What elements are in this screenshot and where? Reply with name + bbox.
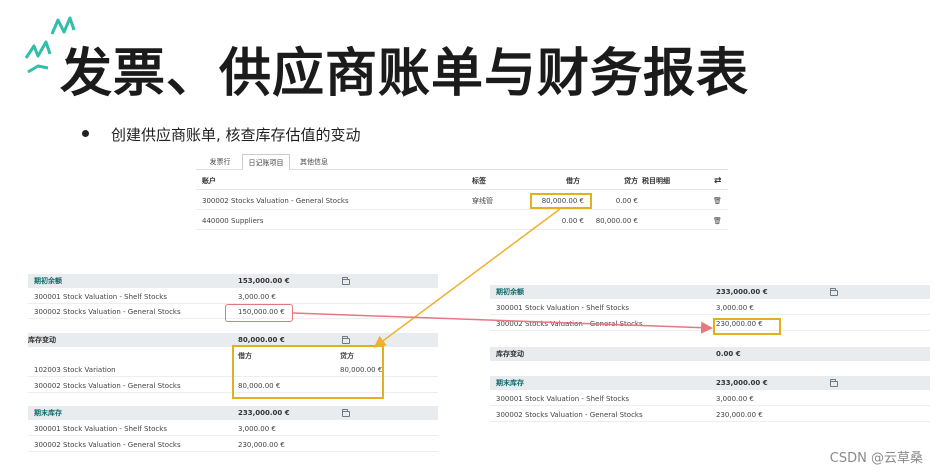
section-closing: 期末库存 233,000.00 €: [28, 406, 438, 420]
journal-items-panel: 发票行 日记账项目 其他信息 账户 标签 借方 贷方 税目明细 ⇄ 300002…: [196, 152, 728, 230]
table-row: 300001 Stock Valuation - Shelf Stocks 3,…: [490, 392, 930, 406]
journal-header-row: 账户 标签 借方 贷方 税目明细 ⇄: [196, 172, 728, 190]
bullet-text: 创建供应商账单, 核查库存估值的变动: [111, 126, 361, 144]
table-row: 300001 Stock Valuation - Shelf Stocks 3,…: [28, 422, 438, 436]
row-value: 3,000.00 €: [716, 395, 754, 403]
row-account: 300001 Stock Valuation - Shelf Stocks: [496, 395, 629, 403]
journal-debit: 0.00 €: [561, 217, 584, 225]
folder-icon[interactable]: [342, 277, 350, 285]
row-account: 300002 Stocks Valuation - General Stocks: [496, 411, 643, 419]
row-account: 300002 Stocks Valuation - General Stocks: [34, 441, 181, 449]
section-label: 期末库存: [34, 409, 62, 417]
section-label: 库存变动: [28, 336, 56, 344]
journal-credit: 0.00 €: [615, 197, 638, 205]
table-row: 300002 Stocks Valuation - General Stocks…: [28, 438, 438, 452]
movement-highlight-box: [232, 345, 384, 399]
debit-highlight-box: [530, 193, 592, 209]
section-opening: 期初余额 153,000.00 €: [28, 274, 438, 288]
section-movement: 库存变动 0.00 €: [490, 347, 930, 361]
result-highlight-box: [713, 318, 781, 335]
tab-journal-items[interactable]: 日记账项目: [242, 154, 290, 170]
row-value: 230,000.00 €: [238, 441, 285, 449]
folder-icon[interactable]: [830, 379, 838, 387]
table-row: 300001 Stock Valuation - Shelf Stocks 3,…: [490, 301, 930, 315]
row-account: 300002 Stocks Valuation - General Stocks: [34, 382, 181, 390]
row-value: 230,000.00 €: [716, 411, 763, 419]
journal-row[interactable]: 440000 Suppliers 0.00 € 80,000.00 € 🗑: [196, 212, 728, 230]
header-debit: 借方: [566, 177, 580, 185]
row-account: 300002 Stocks Valuation - General Stocks: [34, 308, 181, 316]
section-closing: 期末库存 233,000.00 €: [490, 376, 930, 390]
row-account: 102003 Stock Variation: [34, 366, 116, 374]
table-row: 300002 Stocks Valuation - General Stocks…: [490, 317, 930, 331]
row-account: 300001 Stock Valuation - Shelf Stocks: [496, 304, 629, 312]
row-account: 300001 Stock Valuation - Shelf Stocks: [34, 425, 167, 433]
bullet-dot-icon: [82, 130, 89, 137]
section-total: 0.00 €: [716, 350, 741, 358]
journal-account: 440000 Suppliers: [202, 217, 264, 225]
section-total: 233,000.00 €: [716, 288, 768, 296]
row-account: 300002 Stocks Valuation - General Stocks: [496, 320, 643, 328]
journal-row[interactable]: 300002 Stocks Valuation - General Stocks…: [196, 192, 728, 210]
section-label: 库存变动: [496, 350, 524, 358]
trash-icon[interactable]: 🗑: [713, 212, 722, 230]
table-row: 300001 Stock Valuation - Shelf Stocks 3,…: [28, 290, 438, 304]
folder-icon[interactable]: [342, 409, 350, 417]
swap-icon[interactable]: ⇄: [714, 172, 722, 190]
row-account: 300001 Stock Valuation - Shelf Stocks: [34, 293, 167, 301]
row-value: 3,000.00 €: [716, 304, 754, 312]
opening-value-highlight-box: [225, 304, 293, 322]
header-account: 账户: [202, 177, 216, 185]
tab-bar: 发票行 日记账项目 其他信息: [196, 152, 728, 170]
section-opening: 期初余额 233,000.00 €: [490, 285, 930, 299]
section-label: 期初余额: [34, 277, 62, 285]
header-tax-grid: 税目明细: [642, 177, 670, 185]
row-value: 3,000.00 €: [238, 293, 276, 301]
header-credit: 贷方: [624, 177, 638, 185]
section-total: 233,000.00 €: [238, 409, 290, 417]
section-label: 期初余额: [496, 288, 524, 296]
tab-other-info[interactable]: 其他信息: [292, 154, 336, 170]
section-total: 153,000.00 €: [238, 277, 290, 285]
folder-icon[interactable]: [342, 336, 350, 344]
valuation-after-table: 期初余额 233,000.00 € 300001 Stock Valuation…: [490, 285, 930, 425]
journal-account: 300002 Stocks Valuation - General Stocks: [202, 197, 349, 205]
header-label: 标签: [472, 177, 486, 185]
trash-icon[interactable]: 🗑: [713, 192, 722, 210]
tab-invoice-lines[interactable]: 发票行: [200, 154, 240, 170]
row-value: 3,000.00 €: [238, 425, 276, 433]
slide-title: 发票、供应商账单与财务报表: [60, 44, 750, 104]
bullet-item: 创建供应商账单, 核查库存估值的变动: [82, 124, 361, 145]
watermark: CSDN @云草桑: [829, 451, 923, 466]
section-total: 233,000.00 €: [716, 379, 768, 387]
section-label: 期末库存: [496, 379, 524, 387]
folder-icon[interactable]: [830, 288, 838, 296]
journal-label: 穿线管: [472, 197, 493, 205]
journal-credit: 80,000.00 €: [595, 217, 638, 225]
table-row: 300002 Stocks Valuation - General Stocks…: [490, 408, 930, 422]
